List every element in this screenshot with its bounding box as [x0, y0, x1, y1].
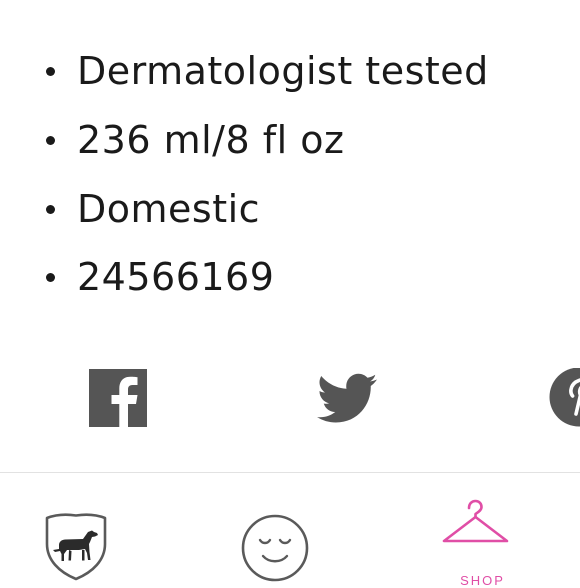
- detail-item: 24566169: [42, 249, 274, 305]
- detail-item: Dermatologist tested: [42, 43, 489, 99]
- bullet-icon: [46, 273, 55, 282]
- facebook-icon[interactable]: [88, 368, 148, 428]
- detail-item: Domestic: [42, 181, 260, 237]
- tab-beauty[interactable]: [193, 473, 386, 580]
- tab-pink[interactable]: [0, 473, 193, 580]
- pink-dog-shield-icon: [43, 513, 109, 581]
- social-share-row: [0, 360, 580, 440]
- bullet-icon: [46, 67, 55, 76]
- pinterest-icon[interactable]: [548, 368, 580, 428]
- detail-item: 236 ml/8 fl oz: [42, 112, 344, 168]
- twitter-icon[interactable]: [317, 368, 377, 428]
- tab-shop-label: SHOP: [386, 573, 579, 588]
- detail-text: 24566169: [77, 255, 274, 299]
- bullet-icon: [46, 205, 55, 214]
- detail-text: Domestic: [77, 187, 260, 231]
- detail-text: Dermatologist tested: [77, 49, 489, 93]
- hanger-icon: [441, 499, 509, 549]
- tab-shop[interactable]: SHOP: [386, 473, 579, 580]
- bottom-tab-bar: SHOP: [0, 473, 580, 580]
- detail-text: 236 ml/8 fl oz: [77, 118, 344, 162]
- smiley-face-icon: [240, 513, 310, 583]
- bullet-icon: [46, 136, 55, 145]
